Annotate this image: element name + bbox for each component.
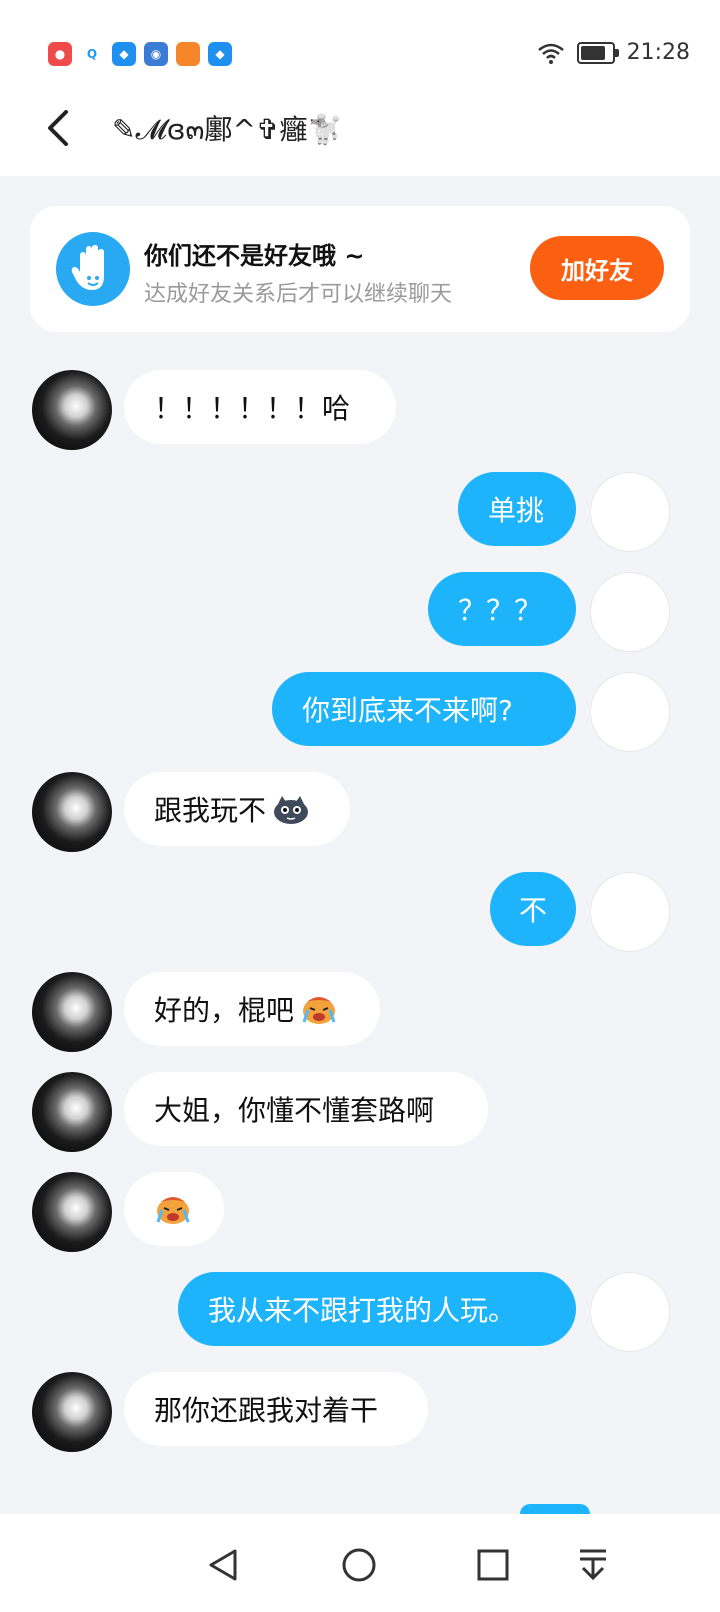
nav-home-button[interactable] (334, 1540, 384, 1590)
not-friend-banner: 你们还不是好友哦 ~ 达成好友关系后才可以继续聊天 加好友 (30, 206, 690, 332)
home-icon (342, 1548, 376, 1582)
message-bubble-partial (520, 1504, 590, 1514)
recents-icon (477, 1549, 509, 1581)
contact-avatar[interactable] (32, 1072, 112, 1152)
message-text: ？？？ (458, 594, 543, 627)
contact-avatar[interactable] (32, 370, 112, 450)
message-bubble-outgoing[interactable]: 不 (490, 872, 576, 946)
shield-app-icon: ◆ (112, 42, 136, 66)
chat-title: ✎𝓜ɞ๓鄽^✞癰🐩 (112, 113, 343, 146)
back-button[interactable] (36, 104, 80, 152)
chat-header: ✎𝓜ɞ๓鄽^✞癰🐩 (0, 80, 720, 176)
contact-avatar[interactable] (32, 972, 112, 1052)
add-friend-button[interactable]: 加好友 (530, 236, 664, 300)
notification-icons: ● Q ◆ ◉ ◆ (48, 42, 232, 66)
message-bubble-incoming[interactable]: ！！！！！！哈 (124, 370, 396, 444)
message-text: 你到底来不来啊? (302, 694, 513, 727)
message-text: 我从来不跟打我的人玩。 (208, 1294, 517, 1327)
message-text: 单挑 (488, 494, 545, 527)
nav-notification-button[interactable] (568, 1540, 618, 1590)
message-bubble-incoming[interactable]: 那你还跟我对着干 (124, 1372, 428, 1446)
message-bubble-outgoing[interactable]: 我从来不跟打我的人玩。 (178, 1272, 576, 1346)
message-text: 好的，棍吧 (154, 994, 295, 1027)
message-bubble-outgoing[interactable]: ？？？ (428, 572, 576, 646)
system-nav-bar (0, 1514, 720, 1612)
wifi-icon (537, 43, 564, 64)
my-avatar[interactable] (590, 872, 670, 952)
banner-subtitle: 达成好友关系后才可以继续聊天 (144, 282, 453, 307)
crying-emoji-icon (156, 1197, 190, 1224)
dark-face-emoji-icon (274, 796, 309, 824)
banner-title: 你们还不是好友哦 ~ (144, 242, 365, 270)
crying-emoji-icon (302, 997, 336, 1024)
status-bar: ● Q ◆ ◉ ◆ 21:28 (0, 0, 720, 80)
message-bubble-incoming[interactable]: 跟我玩不 (124, 772, 350, 846)
message-bubble-incoming[interactable]: 好的，棍吧 (124, 972, 380, 1046)
back-icon (209, 1549, 237, 1581)
my-avatar[interactable] (590, 1272, 670, 1352)
message-bubble-outgoing[interactable]: 单挑 (458, 472, 576, 546)
clock: 21:28 (626, 40, 690, 65)
my-avatar[interactable] (590, 672, 670, 752)
message-text: 大姐，你懂不懂套路啊 (154, 1094, 435, 1127)
my-avatar[interactable] (590, 472, 670, 552)
message-bubble-outgoing[interactable]: 你到底来不来啊? (272, 672, 576, 746)
robot-app-icon: ◉ (144, 42, 168, 66)
message-text: ！！！！！！哈 (154, 392, 351, 425)
photo-app-icon: ● (48, 42, 72, 66)
nav-back-button[interactable] (198, 1540, 248, 1590)
message-text: 不 (518, 894, 547, 927)
contact-avatar[interactable] (32, 1372, 112, 1452)
chevron-left-icon (48, 110, 68, 146)
nav-recents-button[interactable] (468, 1540, 518, 1590)
notification-pull-icon (580, 1549, 606, 1581)
message-text: 跟我玩不 (154, 794, 267, 827)
message-bubble-incoming[interactable] (124, 1172, 224, 1246)
contact-avatar[interactable] (32, 1172, 112, 1252)
battery-icon (576, 41, 619, 64)
qq-icon: Q (80, 42, 104, 66)
message-bubble-incoming[interactable]: 大姐，你懂不懂套路啊 (124, 1072, 488, 1146)
message-text: 那你还跟我对着干 (154, 1394, 379, 1427)
hand-wave-icon (56, 232, 130, 306)
contact-avatar[interactable] (32, 772, 112, 852)
orange-app-icon (176, 42, 200, 66)
shield-app-icon: ◆ (208, 42, 232, 66)
my-avatar[interactable] (590, 572, 670, 652)
